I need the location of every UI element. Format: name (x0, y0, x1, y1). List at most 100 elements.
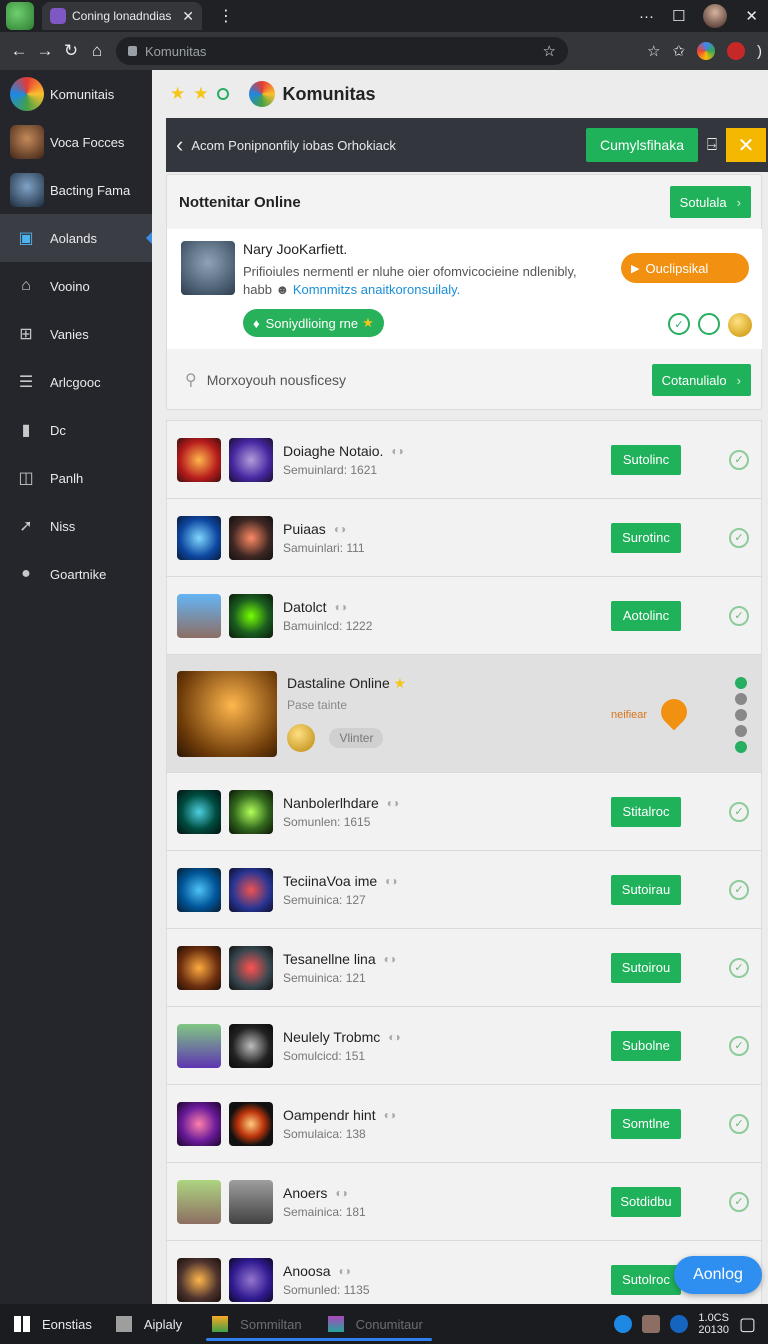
list-item[interactable]: Anoosa ◐◑ Somunled: 1135 Sutolroc (167, 1241, 761, 1304)
tray-blue-icon[interactable] (614, 1315, 633, 1333)
check-circle-icon[interactable]: ✓ (729, 957, 749, 978)
sidebar-item-komunitais[interactable]: Komunitais (0, 70, 152, 118)
address-bar[interactable]: Komunitas ☆ (116, 37, 568, 65)
check-circle-icon[interactable]: ✓ (729, 449, 749, 470)
join-button[interactable]: Sutoirau (611, 874, 681, 905)
bookmark-star-icon[interactable]: ☆ (543, 42, 556, 60)
check-circle-icon[interactable]: ✓ (729, 1191, 749, 1212)
exit-icon[interactable]: ⍈ (698, 135, 726, 155)
search-input[interactable]: Morxoyouh nousficesy (207, 372, 652, 388)
list-item[interactable]: Doiaghe Notaio. ◐◑ Semuinlard: 1621 Sutol… (167, 421, 761, 499)
sidebar-item-aolands[interactable]: ▣ Aolands (0, 214, 154, 262)
tab-close-icon[interactable]: ✕ (182, 8, 194, 25)
google-extension-icon[interactable] (697, 42, 715, 60)
game-title: Datolct ◐◑ (283, 599, 483, 615)
forward-arrow-icon[interactable]: → (32, 41, 58, 61)
clock[interactable]: 1.0CS 20130 (698, 1312, 729, 1336)
dot-icon[interactable] (735, 741, 747, 753)
check-circle-icon[interactable]: ✓ (729, 605, 749, 626)
sidebar-item-voca-focces[interactable]: Voca Focces (0, 118, 152, 166)
profile-avatar[interactable] (703, 4, 728, 28)
list-item[interactable]: Datolct ◐◑ Bamuinlcd: 1222 Aotolinc ✓ (167, 577, 761, 655)
system-tray: 1.0CS 20130 ▢ (614, 1312, 756, 1336)
join-button[interactable]: Sutolroc (611, 1264, 681, 1295)
close-window-icon[interactable]: ✕ (745, 7, 758, 25)
puzzle-icon[interactable]: ✩ (672, 42, 685, 60)
list-item[interactable]: Tesanellne lina ◐◑ Semuinica: 121 Sutoiro… (167, 929, 761, 1007)
chevron-left-icon[interactable]: ‹ (176, 132, 183, 158)
sidebar-item-bacting-fama[interactable]: Bacting Fama (0, 166, 152, 214)
join-button[interactable]: Aotolinc (611, 600, 681, 631)
reload-icon[interactable]: ↻ (58, 41, 84, 61)
menu-bracket-icon[interactable]: ) (757, 43, 762, 60)
list-item[interactable]: Anoers ◐◑ Semainica: 181 Sotdidbu ✓ (167, 1163, 761, 1241)
dot-icon[interactable] (735, 709, 747, 721)
check-circle-icon[interactable]: ✓ (729, 527, 749, 548)
close-banner-button[interactable]: ✕ (726, 128, 766, 162)
back-arrow-icon[interactable]: ← (6, 41, 32, 61)
coin-icon[interactable] (728, 313, 752, 337)
taskbar-item-2[interactable]: Conumitaur (327, 1316, 423, 1332)
more-icon[interactable]: ··· (639, 8, 654, 25)
panel-header-button[interactable]: Sotulala › (669, 186, 751, 218)
join-button[interactable]: Sutolinc (611, 444, 681, 475)
join-button[interactable]: Sotdidbu (611, 1186, 681, 1217)
check-circle-icon[interactable]: ✓ (729, 879, 749, 900)
check-circle-icon[interactable]: ✓ (729, 1035, 749, 1056)
list-item[interactable]: Oampendr hint ◐◑ Somulaica: 138 Somtlne ✓ (167, 1085, 761, 1163)
search-button[interactable]: Cotanulialo › (651, 364, 751, 396)
tray-network-icon[interactable] (670, 1315, 689, 1333)
maximize-icon[interactable]: ☐ (672, 7, 685, 25)
status-chip[interactable]: Vlinter (329, 728, 384, 748)
sidebar-item-goartnike[interactable]: ● Goartnike (0, 550, 152, 598)
floating-action-button[interactable]: Aonlog (674, 1256, 762, 1294)
start-button[interactable]: Eonstias (14, 1316, 92, 1332)
news-pill-button[interactable]: ♦ Soniydlioing rne ★ (243, 309, 384, 337)
join-button[interactable]: Stitalroc (611, 796, 681, 827)
banner-message: Acom Ponipnonfily iobas Orhokiack (191, 137, 396, 153)
sidebar-item-arlcgooc[interactable]: ☰ Arlcgooc (0, 358, 152, 406)
empty-circle-icon[interactable] (698, 313, 720, 335)
home-icon[interactable]: ⌂ (84, 41, 110, 61)
notification-icon[interactable]: ▢ (739, 1314, 756, 1335)
join-button[interactable]: Surotinc (611, 522, 681, 553)
taskbar-item-1[interactable]: Sommiltan (212, 1316, 302, 1332)
join-button[interactable]: Sutoirou (611, 952, 681, 983)
gamepad-icon: ◐◑ (386, 795, 399, 810)
tray-app-icon[interactable] (642, 1315, 661, 1333)
check-circle-icon[interactable]: ✓ (729, 801, 749, 822)
game-title-text: Nanbolerlhdare (283, 794, 379, 811)
star-icon[interactable]: ☆ (647, 42, 660, 60)
dot-icon[interactable] (735, 725, 747, 737)
sidebar-item-panlh[interactable]: ◫ Panlh (0, 454, 152, 502)
sidebar-item-vanies[interactable]: ⊞ Vanies (0, 310, 152, 358)
list-item[interactable]: Nanbolerlhdare ◐◑ Somunlen: 1615 Stitalro… (167, 773, 761, 851)
game-icon (177, 1179, 221, 1224)
list-item[interactable]: TeciinaVoa ime ◐◑ Semuinica: 127 Sutoirau… (167, 851, 761, 929)
check-circle-icon[interactable]: ✓ (729, 1113, 749, 1134)
tab-menu-icon[interactable]: ⋮ (218, 6, 234, 26)
sidebar-item-dc[interactable]: ▮ Dc (0, 406, 152, 454)
game-title-text: Neulely Trobmc (283, 1028, 381, 1045)
location-pin-icon[interactable] (655, 693, 693, 731)
list-item-featured[interactable]: Dastaline Online ★ Pase taintе Vlinter n… (167, 655, 761, 773)
list-item[interactable]: Neulely Trobmc ◐◑ Somulcicd: 151 Subolne … (167, 1007, 761, 1085)
notification-extension-icon[interactable] (727, 42, 745, 60)
sidebar-item-vooino[interactable]: ⌂ Vooino (0, 262, 152, 310)
sidebar-item-niss[interactable]: ➚ Niss (0, 502, 152, 550)
lock-icon (128, 46, 137, 56)
join-button[interactable]: Somtlne (611, 1108, 681, 1139)
news-cta-button[interactable]: ▶ Ouclipsikal (621, 253, 749, 283)
gamepad-icon: ◐◑ (383, 951, 396, 966)
join-button[interactable]: Subolne (611, 1030, 681, 1061)
news-link[interactable]: Komnmitzs anaitkoronsuilaly. (293, 282, 460, 297)
list-item[interactable]: Puiaas ◐◑ Samuinlari: 111 Surotinc ✓ (167, 499, 761, 577)
banner-primary-button[interactable]: Cumylsfihaka (585, 128, 698, 162)
browser-tab[interactable]: Coning lonadndias ✕ (42, 2, 202, 30)
check-circle-icon[interactable]: ✓ (668, 313, 690, 335)
dot-icon[interactable] (735, 677, 747, 689)
sidebar-item-label: Bacting Fama (50, 182, 131, 198)
taskbar-app[interactable]: Aiplaly (115, 1316, 182, 1332)
bag-icon: ♦ (253, 315, 260, 331)
dot-icon[interactable] (735, 693, 747, 705)
